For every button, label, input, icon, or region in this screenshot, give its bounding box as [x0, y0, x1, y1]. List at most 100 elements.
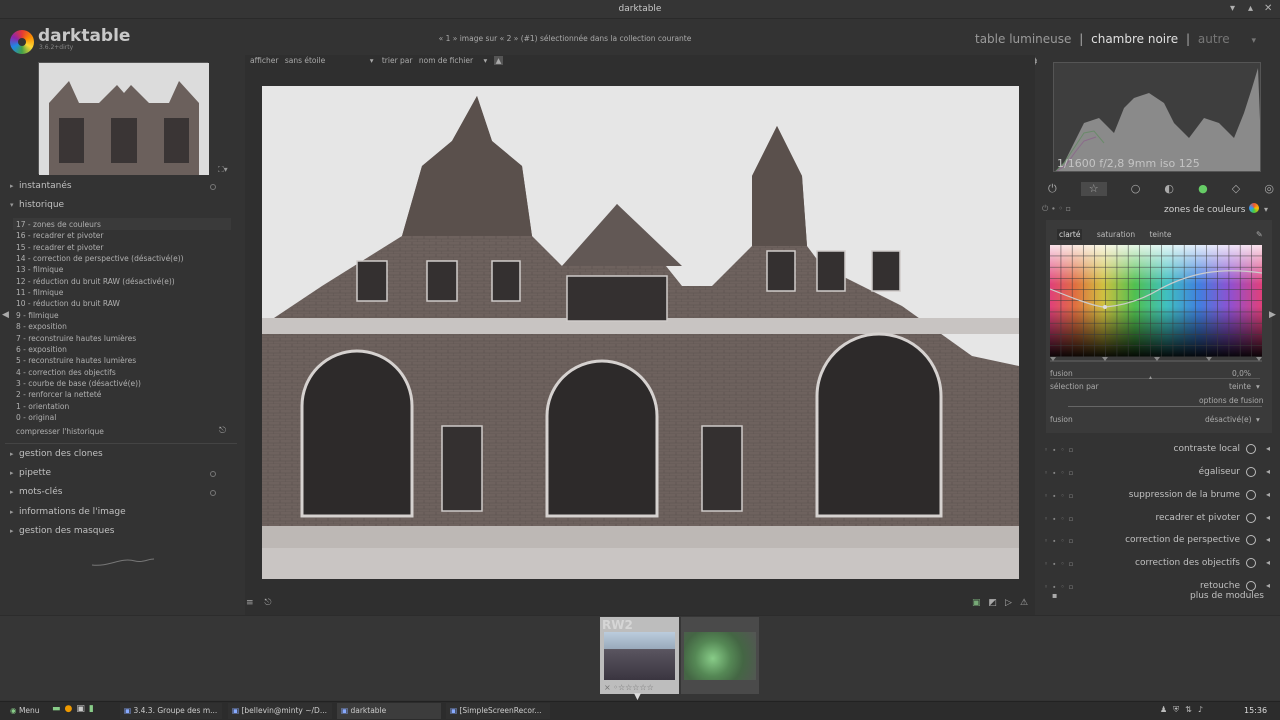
module-power-icon[interactable]: ◦∙◦▫ — [1044, 583, 1077, 591]
tone-group-icon[interactable]: ◐ — [1164, 182, 1174, 196]
volume-icon[interactable]: ♪ — [1198, 705, 1209, 714]
fusion-slider-handle[interactable]: ▴ — [1149, 374, 1152, 381]
firefox-icon[interactable]: ● — [65, 704, 77, 714]
module-power-icon[interactable]: ◦∙◦▫ — [1044, 469, 1077, 477]
history-item[interactable]: 14 - correction de perspective (désactiv… — [16, 254, 231, 263]
terminal-icon[interactable]: ▣ — [76, 704, 89, 714]
history-create-style-icon[interactable]: ⎋ — [219, 426, 226, 436]
network-icon[interactable]: ⇅ — [1185, 705, 1198, 714]
history-item[interactable]: 9 - filmique — [16, 311, 231, 320]
history-item[interactable]: 15 - recadrer et pivoter — [16, 243, 231, 252]
people-icon[interactable]: ♟ — [1160, 705, 1173, 714]
gamut-icon[interactable]: ▷ — [1005, 598, 1020, 608]
blend-value[interactable]: désactivé(e) — [1205, 415, 1252, 424]
main-image[interactable] — [262, 86, 1019, 579]
more-modules-button[interactable]: plus de modules — [1190, 591, 1264, 601]
menu-lines-icon[interactable]: ≡ — [246, 598, 254, 608]
module-preset-icon[interactable]: ▪ — [1052, 591, 1057, 600]
history-item[interactable]: 10 - réduction du bruit RAW — [16, 299, 231, 308]
warning-icon[interactable]: ⚠ — [1020, 598, 1036, 608]
taskbar-window-button[interactable]: ▣ [SimpleScreenRecor... — [446, 703, 550, 719]
close-icon[interactable]: ✕ — [1264, 3, 1272, 14]
module-power-icon[interactable]: ◦∙◦▫ — [1044, 537, 1077, 545]
correct-group-icon[interactable]: ◇ — [1232, 182, 1240, 196]
history-item[interactable]: 7 - reconstruire hautes lumières — [16, 334, 231, 343]
history-item[interactable]: 4 - correction des objectifs — [16, 368, 231, 377]
fusion-slider[interactable] — [1050, 378, 1260, 379]
chevron-down-icon[interactable]: ▾ — [1256, 382, 1260, 391]
section-masks[interactable]: ▸ gestion des masques — [10, 526, 114, 536]
histogram[interactable] — [1053, 62, 1261, 172]
color-zones-graph[interactable] — [1050, 245, 1262, 363]
history-item[interactable]: 8 - exposition — [16, 322, 231, 331]
module-expand-icon[interactable]: ◂ — [1266, 535, 1270, 544]
module-expand-icon[interactable]: ◂ — [1266, 513, 1270, 522]
reset-icon[interactable] — [210, 471, 216, 477]
taskbar-window-button[interactable]: ▣ 3.4.3. Groupe des m... — [120, 703, 222, 719]
module-expand-icon[interactable]: ◂ — [1266, 490, 1270, 499]
overexposed-icon[interactable]: ▣ — [972, 598, 989, 608]
module-row[interactable]: ◦∙◦▫ égaliseur ◂ — [1044, 464, 1274, 484]
navigation-thumbnail[interactable] — [38, 62, 209, 175]
section-history[interactable]: ▾ historique — [10, 200, 64, 210]
chevron-down-icon[interactable]: ▾ — [1251, 36, 1256, 46]
section-colorpicker[interactable]: ▸ pipette — [10, 468, 51, 478]
compress-history-button[interactable]: compresser l'historique — [16, 427, 231, 436]
sort-order-button[interactable]: ▲ — [493, 56, 504, 65]
taskbar-window-button[interactable]: ▣ [bellevin@minty ~/D... — [228, 703, 332, 719]
active-module-title[interactable]: zones de couleurs — [1164, 205, 1245, 215]
shield-icon[interactable]: ⛨ — [1173, 705, 1185, 714]
section-tags[interactable]: ▸ mots-clés — [10, 487, 62, 497]
module-power-icon[interactable]: ◦∙◦▫ — [1044, 560, 1077, 568]
start-menu-button[interactable]: ◉ Menu — [6, 703, 44, 719]
chevron-down-icon[interactable]: ▾ — [483, 56, 487, 65]
module-power-icon[interactable]: ◦∙◦▫ — [1044, 492, 1077, 500]
filter-select[interactable]: sans étoile — [285, 56, 325, 65]
minimize-icon[interactable]: ▾ — [1230, 3, 1235, 14]
color-group-icon[interactable]: ● — [1198, 182, 1208, 196]
tab-saturation[interactable]: saturation — [1097, 230, 1135, 239]
sort-select[interactable]: nom de fichier — [419, 56, 473, 65]
chevron-down-icon[interactable]: ▾ — [1256, 415, 1260, 424]
history-item[interactable]: 13 - filmique — [16, 265, 231, 274]
zoom-icon[interactable]: ⛶▾ — [218, 165, 228, 175]
filmstrip-thumb-1[interactable]: RW2 × ◦☆☆☆☆☆ — [600, 617, 679, 694]
history-item[interactable]: 12 - réduction du bruit RAW (désactivé(e… — [16, 277, 231, 286]
history-item[interactable]: 1 - orientation — [16, 402, 231, 411]
effect-group-icon[interactable]: ◎ — [1264, 182, 1274, 196]
module-row[interactable]: ◦∙◦▫ contraste local ◂ — [1044, 441, 1274, 461]
blend-options-header[interactable]: options de fusion — [1199, 396, 1264, 405]
module-expand-icon[interactable]: ◂ — [1266, 558, 1270, 567]
base-group-icon[interactable]: ○ — [1131, 182, 1141, 196]
module-row[interactable]: ◦∙◦▫ correction des objectifs ◂ — [1044, 555, 1274, 575]
files-icon[interactable]: ▮ — [89, 704, 98, 714]
collapse-left-icon[interactable]: ◀ — [2, 310, 9, 320]
history-item[interactable]: 6 - exposition — [16, 345, 231, 354]
module-power-icon[interactable]: ◦∙◦▫ — [1044, 446, 1077, 454]
tab-hue[interactable]: teinte — [1149, 230, 1171, 239]
module-power-icon[interactable]: ◦∙◦▫ — [1044, 515, 1077, 523]
history-item[interactable]: 2 - renforcer la netteté — [16, 390, 231, 399]
reset-icon[interactable] — [210, 184, 216, 190]
section-clones[interactable]: ▸ gestion des clones — [10, 449, 103, 459]
softproof-icon[interactable]: ◩ — [989, 598, 1006, 608]
maximize-icon[interactable]: ▴ — [1248, 3, 1253, 14]
chevron-down-icon[interactable]: ▾ — [1264, 205, 1268, 214]
star-group-icon[interactable]: ☆ — [1080, 182, 1107, 196]
chevron-down-icon[interactable]: ▾ — [370, 56, 374, 65]
section-image-info[interactable]: ▸ informations de l'image — [10, 507, 126, 517]
history-item[interactable]: 17 - zones de couleurs — [16, 220, 231, 229]
history-item[interactable]: 0 - original — [16, 413, 231, 422]
module-expand-icon[interactable]: ◂ — [1266, 581, 1270, 590]
power-icon[interactable]: ⏻ — [1048, 182, 1057, 196]
module-expand-icon[interactable]: ◂ — [1266, 467, 1270, 476]
module-row[interactable]: ◦∙◦▫ suppression de la brume ◂ — [1044, 487, 1274, 507]
reset-icon[interactable] — [210, 490, 216, 496]
section-snapshots[interactable]: ▸ instantanés — [10, 181, 72, 191]
view-darkroom[interactable]: chambre noire — [1091, 32, 1178, 46]
filmstrip-thumb-2[interactable] — [681, 617, 759, 694]
module-row[interactable]: ◦∙◦▫ recadrer et pivoter ◂ — [1044, 510, 1274, 530]
history-item[interactable]: 3 - courbe de base (désactivé(e)) — [16, 379, 231, 388]
thumb-rating[interactable]: × ◦☆☆☆☆☆ — [604, 683, 654, 692]
module-power-icon[interactable]: ⏻ — [1042, 204, 1048, 213]
